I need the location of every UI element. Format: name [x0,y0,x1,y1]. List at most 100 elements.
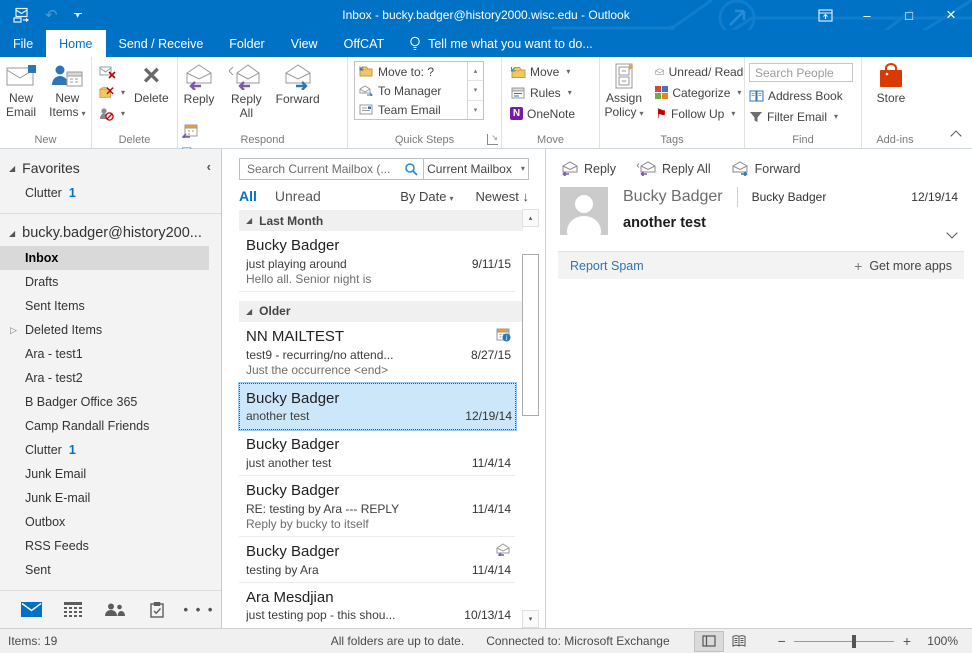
folder-item-camp-randall-friends[interactable]: Camp Randall Friends [0,414,209,438]
message-row[interactable]: Bucky Badger just another test11/4/14 [239,430,515,476]
zoom-slider-handle[interactable] [852,635,856,648]
reading-forward-button[interactable]: Forward [731,161,801,176]
address-book-button[interactable]: Address Book [745,85,853,106]
folder-item-ara-test1[interactable]: Ara - test1 [0,342,209,366]
favorite-folder-clutter[interactable]: Clutter1 [0,181,209,205]
collapsed-triangle-icon[interactable]: ▷ [10,318,17,342]
junk-button[interactable]: ▾ [95,103,125,124]
folder-item-sent[interactable]: Sent [0,558,209,582]
scrollbar-thumb[interactable] [522,254,539,416]
nav-calendar-icon[interactable] [52,592,94,628]
tab-offcat[interactable]: OffCAT [331,30,398,57]
ribbon-group-quick-steps: Move to: ? To Manager [348,57,502,148]
zoom-slider[interactable] [794,641,894,642]
filter-all[interactable]: All [239,188,257,204]
onenote-button[interactable]: N OneNote [506,103,575,124]
status-bar: Items: 19 All folders are up to date. Co… [0,628,972,653]
folder-item-junk-e-mail[interactable]: Junk E-mail [0,486,209,510]
minimize-folder-pane-icon[interactable]: ‹ [207,159,211,174]
reply-button[interactable]: Reply [178,61,220,107]
group-header-last-month[interactable]: ◢Last Month [239,210,523,231]
quick-step-team-email[interactable]: Team Email [355,100,467,119]
clean-up-button[interactable]: ▾ [95,82,125,103]
account-header[interactable]: ◢ bucky.badger@history200... [0,220,221,246]
store-button[interactable]: Store [862,61,920,106]
quick-access-toolbar: ↶ ▾ [0,6,82,24]
rules-button[interactable]: Rules▾ [506,82,575,103]
collapse-ribbon-icon[interactable] [950,130,961,141]
move-button[interactable]: Move▾ [506,61,575,82]
follow-up-button[interactable]: ⚑ Follow Up▾ [651,103,743,124]
message-row[interactable]: Bucky Badger just playing around9/11/15 … [239,231,515,292]
tab-send-receive[interactable]: Send / Receive [106,30,217,57]
message-row[interactable]: NN MAILTEST test9 - recurring/no attend.… [239,322,515,383]
message-row[interactable]: Bucky Badger testing by Ara11/4/14 [239,537,515,583]
message-row[interactable]: Bucky Badger RE: testing by Ara --- REPL… [239,476,515,537]
tab-file[interactable]: File [0,30,46,57]
new-email-button[interactable]: New Email [0,61,42,120]
maximize-button[interactable]: □ [888,0,930,30]
sort-direction-toggle[interactable]: Newest ↓ [476,189,529,204]
delete-button[interactable]: × Delete [128,61,174,106]
reading-view-icon[interactable] [724,631,754,652]
quick-steps-more[interactable]: ▾ [468,101,483,119]
folder-item-drafts[interactable]: Drafts [0,270,209,294]
search-mailbox-input[interactable]: Search Current Mailbox (... [240,159,423,179]
send-receive-icon[interactable] [13,7,29,23]
folder-item-clutter[interactable]: Clutter1 [0,438,209,462]
undo-icon[interactable]: ↶ [45,6,58,24]
report-spam-link[interactable]: Report Spam [570,259,644,273]
nav-tasks-icon[interactable] [136,592,178,628]
folder-item-outbox[interactable]: Outbox [0,510,209,534]
folder-item-ara-test2[interactable]: Ara - test2 [0,366,209,390]
nav-people-icon[interactable] [94,592,136,628]
message-row-selected[interactable]: Bucky Badger another test12/19/14 [239,383,516,431]
minimize-button[interactable]: – [846,0,888,30]
zoom-out-button[interactable]: − [770,633,794,649]
group-header-older[interactable]: ◢Older [239,301,523,322]
search-people-input[interactable]: Search People [749,63,853,82]
sort-by-dropdown[interactable]: By Date▾ [400,189,453,204]
tell-me-box[interactable]: Tell me what you want to do... [397,30,605,57]
quick-steps-dialog-launcher-icon[interactable]: ↘ [487,134,498,145]
folder-item-rss-feeds[interactable]: RSS Feeds [0,534,209,558]
filter-email-button[interactable]: Filter Email▾ [745,106,853,127]
message-row[interactable]: Ara Mesdjian just testing pop - this sho… [239,583,515,628]
normal-view-icon[interactable] [694,631,724,652]
nav-more-icon[interactable]: • • • [178,592,220,628]
assign-policy-button[interactable]: Assign Policy▾ [600,61,648,120]
tab-view[interactable]: View [278,30,331,57]
favorites-header[interactable]: ◢ Favorites [0,155,221,181]
get-more-apps-link[interactable]: + Get more apps [854,258,952,274]
search-scope-dropdown[interactable]: Current Mailbox▾ [423,159,528,179]
folder-item-junk-email[interactable]: Junk Email [0,462,209,486]
quick-step-move-to[interactable]: Move to: ? [355,62,467,81]
customize-quick-access-icon[interactable]: ▾ [74,13,82,17]
close-button[interactable]: × [930,0,972,30]
unread-read-button[interactable]: Unread/ Read [651,61,743,82]
new-items-button[interactable]: New Items▾ [45,61,89,120]
filter-unread[interactable]: Unread [275,188,321,204]
quick-step-to-manager[interactable]: To Manager [355,81,467,100]
scroll-down-arrow[interactable]: ▾ [522,610,539,628]
ribbon-display-options-icon[interactable] [804,0,846,30]
reading-reply-button[interactable]: Reply [560,161,616,176]
ignore-button[interactable] [95,61,125,82]
folder-item-inbox[interactable]: Inbox [0,246,209,270]
folder-item-sent-items[interactable]: Sent Items [0,294,209,318]
quick-steps-scroll-down[interactable]: ▾ [468,81,483,100]
folder-item-deleted-items[interactable]: ▷ Deleted Items [0,318,209,342]
new-items-icon [50,63,84,89]
tab-folder[interactable]: Folder [216,30,277,57]
zoom-level[interactable]: 100% [920,634,962,648]
reply-all-button[interactable]: Reply All [223,61,269,121]
zoom-in-button[interactable]: + [894,633,920,649]
tab-home[interactable]: Home [46,30,105,57]
categorize-button[interactable]: Categorize▾ [651,82,743,103]
scroll-up-arrow[interactable]: ▴ [522,209,539,227]
forward-button[interactable]: Forward [273,61,323,107]
folder-item-b-badger-office-365[interactable]: B Badger Office 365 [0,390,209,414]
quick-steps-scroll-up[interactable]: ▴ [468,62,483,81]
nav-mail-icon[interactable] [10,592,52,628]
reading-reply-all-button[interactable]: Reply All [636,161,711,176]
